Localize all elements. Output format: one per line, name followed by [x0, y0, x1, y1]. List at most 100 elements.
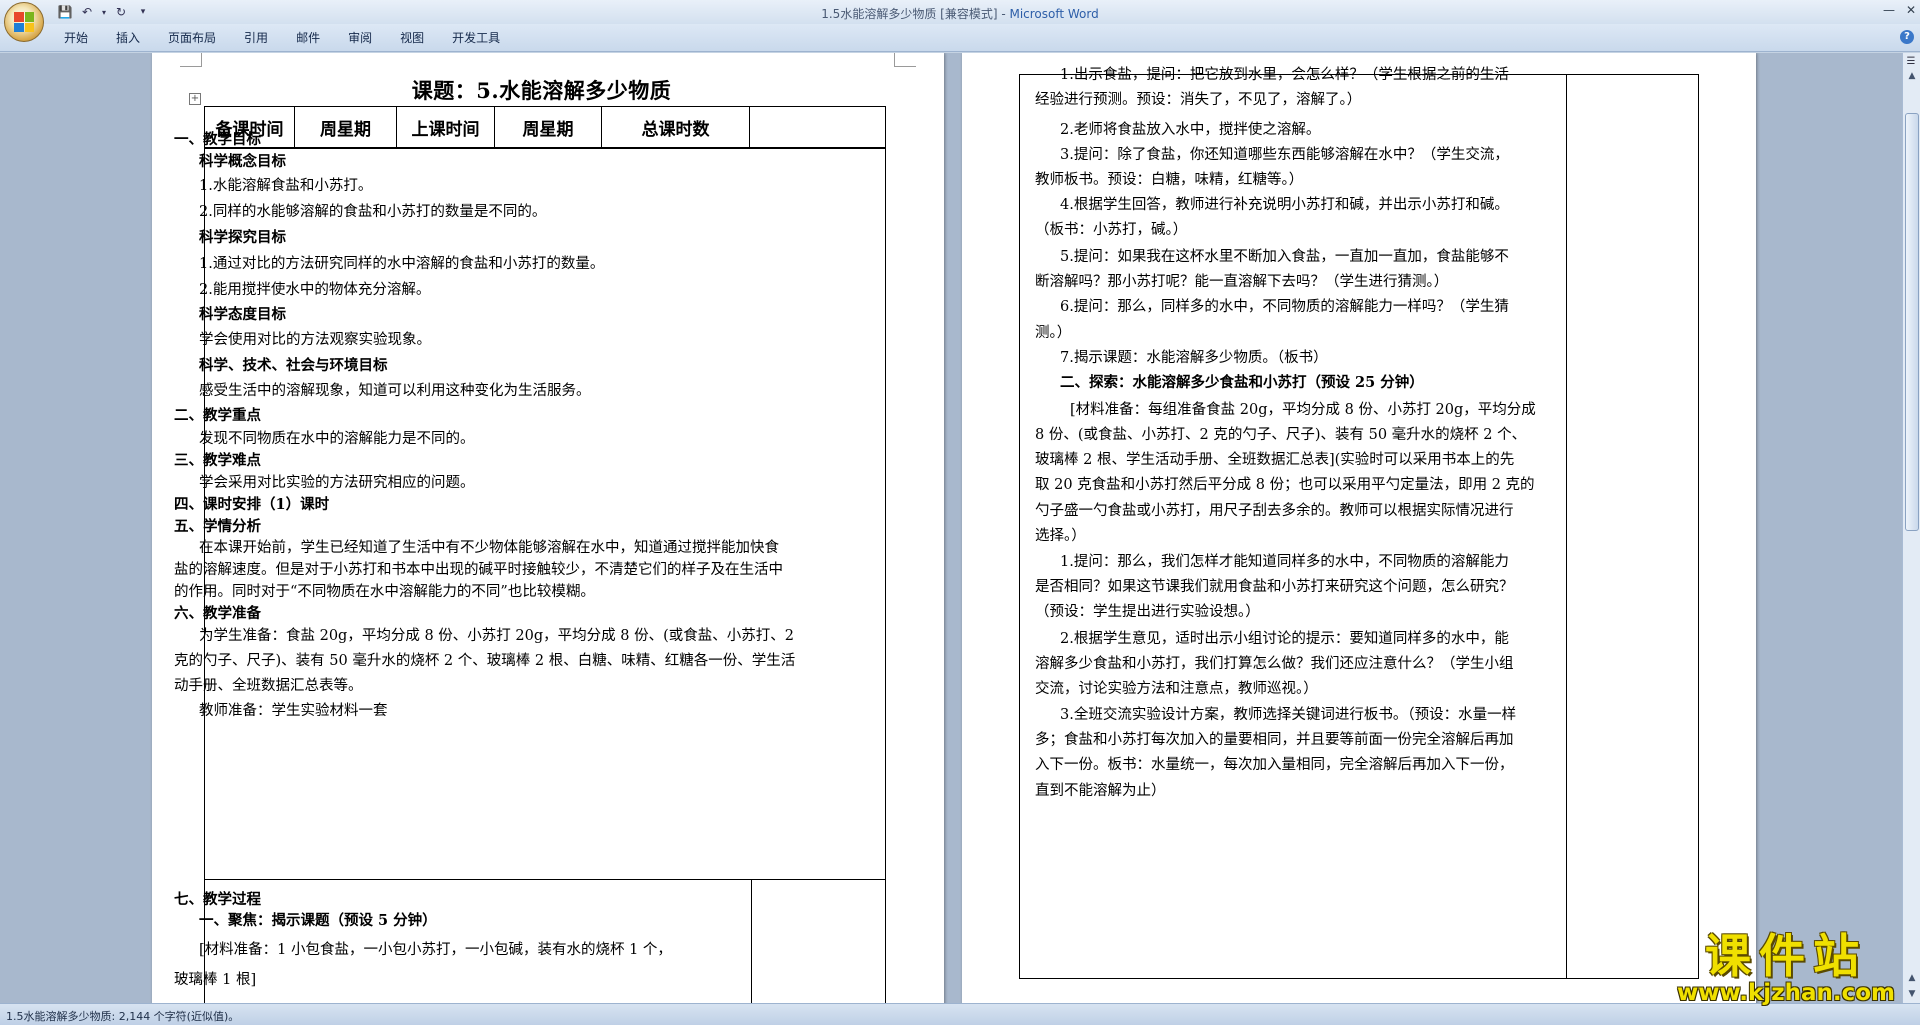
tab-mailings[interactable]: 邮件	[282, 29, 334, 47]
tab-developer[interactable]: 开发工具	[438, 29, 514, 47]
crop-mark	[894, 53, 916, 67]
document-line: 入下一份。板书：水量统一，每次加入量相同，完全溶解后再加入下一份，	[1035, 757, 1514, 773]
document-line: 三、教学难点	[174, 452, 261, 469]
document-line: [材料准备：1 小包食盐，一小包小苏打，一小包碱，装有水的烧杯 1 个，	[199, 942, 672, 958]
document-line: 是否相同？如果这节课我们就用食盐和小苏打来研究这个问题，怎么研究？	[1035, 579, 1514, 595]
document-line: 2.老师将食盐放入水中，搅拌使之溶解。	[1060, 122, 1321, 138]
help-icon[interactable]: ?	[1900, 30, 1914, 44]
tab-home[interactable]: 开始	[50, 29, 102, 47]
document-line: 五、学情分析	[174, 518, 261, 535]
document-line: 六、教学准备	[174, 605, 261, 622]
document-line: 克的勺子、尺子)、装有 50 毫升水的烧杯 2 个、玻璃棒 2 根、白糖、味精、…	[174, 653, 796, 669]
document-line: 经验进行预测。预设：消失了，不见了，溶解了。）	[1035, 92, 1362, 108]
document-line: 玻璃棒 2 根、学生活动手册、全班数据汇总表](实验时可以采用书本上的先	[1035, 452, 1515, 468]
document-line: 5.提问：如果我在这杯水里不断加入食盐，一直加一直加，食盐能够不	[1060, 249, 1509, 265]
title-bar: 💾 ↶ ▾ ↻ ▾ 1.5水能溶解多少物质 [兼容模式] - Microsoft…	[0, 0, 1920, 42]
word-count-status[interactable]: 1.5水能溶解多少物质: 2,144 个字符(近似值)。	[6, 1008, 239, 1024]
document-line: 断溶解吗？那小苏打呢？能一直溶解下去吗？（学生进行猜测。）	[1035, 274, 1449, 290]
close-icon[interactable]: ✕	[1902, 0, 1920, 20]
tab-page-layout[interactable]: 页面布局	[154, 29, 230, 47]
document-line: 1.提问：那么，我们怎样才能知道同样多的水中，不同物质的溶解能力	[1060, 554, 1509, 570]
header-cell: 总课时数	[602, 107, 750, 147]
ribbon-tab-bar: 开始 插入 页面布局 引用 邮件 审阅 视图 开发工具 ?	[0, 24, 1920, 52]
title-separator: -	[997, 7, 1010, 21]
document-line: 科学、技术、社会与环境目标	[199, 357, 388, 374]
document-line: 4.根据学生回答，教师进行补充说明小苏打和碱，并出示小苏打和碱。	[1060, 197, 1509, 213]
document-line: 多；食盐和小苏打每次加入的量要相同，并且要等前面一份完全溶解后再加	[1035, 732, 1514, 748]
document-line: 1.水能溶解食盐和小苏打。	[199, 178, 373, 194]
document-line: 一、教学目标	[174, 131, 261, 148]
document-line: 学会使用对比的方法观察实验现象。	[199, 332, 431, 348]
office-logo-icon	[14, 12, 34, 32]
document-line: 1.出示食盐，提问：把它放到水里，会怎么样？（学生根据之前的生活	[1060, 67, 1509, 83]
header-cell: 周星期	[495, 107, 602, 147]
document-line: [材料准备：每组准备食盐 20g，平均分成 8 份、小苏打 20g，平均分成	[1070, 402, 1536, 418]
scroll-up-icon[interactable]: ▲	[1905, 69, 1919, 83]
document-line: 3.全班交流实验设计方案，教师选择关键词进行板书。（预设：水量一样	[1060, 707, 1517, 723]
app-name: Microsoft Word	[1009, 7, 1099, 21]
window-title: 1.5水能溶解多少物质 [兼容模式] - Microsoft Word	[0, 5, 1920, 22]
document-line: 1.通过对比的方法研究同样的水中溶解的食盐和小苏打的数量。	[199, 256, 605, 272]
document-line: 感受生活中的溶解现象，知道可以利用这种变化为生活服务。	[199, 383, 591, 399]
watermark-url: www.kjzhan.com	[1677, 980, 1895, 1006]
document-line: 盐的溶解速度。但是对于小苏打和书本中出现的碱平时接触较少，不清楚它们的样子及在生…	[174, 562, 783, 578]
document-line: 教师准备：学生实验材料一套	[199, 703, 388, 719]
document-line: 二、探索：水能溶解多少食盐和小苏打（预设 25 分钟）	[1060, 374, 1424, 391]
document-line: 交流，讨论实验方法和注意点，教师巡视。）	[1035, 681, 1318, 697]
document-name: 1.5水能溶解多少物质 [兼容模式]	[821, 7, 998, 21]
table-column-divider	[751, 880, 752, 1003]
document-workspace[interactable]: + 课题：5.水能溶解多少物质 备课时间 周星期 上课时间 周星期 总课时数 一…	[0, 53, 1902, 1003]
document-line: 选择。）	[1035, 528, 1086, 544]
document-line: 取 20 克食盐和小苏打然后平分成 8 份；也可以采用平勺定量法，即用 2 克的	[1035, 477, 1535, 493]
vertical-scrollbar[interactable]: ▲ ▲ ▼	[1902, 53, 1920, 1003]
document-line: 6.提问：那么，同样多的水中，不同物质的溶解能力一样吗？（学生猜	[1060, 299, 1509, 315]
table-move-handle-icon[interactable]: +	[189, 93, 201, 105]
crop-mark	[180, 53, 202, 67]
document-line: 二、教学重点	[174, 407, 261, 424]
header-cell: 上课时间	[397, 107, 495, 147]
document-line: （预设：学生提出进行实验设想。）	[1035, 604, 1260, 620]
document-line: 测。）	[1035, 325, 1072, 341]
document-line: 在本课开始前，学生已经知道了生活中有不少物体能够溶解在水中，知道通过搅拌能加快食	[199, 540, 779, 556]
header-cell: 周星期	[295, 107, 397, 147]
table-column-divider	[1566, 75, 1567, 978]
tab-view[interactable]: 视图	[386, 29, 438, 47]
document-line: 发现不同物质在水中的溶解能力是不同的。	[199, 431, 475, 447]
header-cell	[750, 107, 885, 147]
document-line: 8 份、(或食盐、小苏打、2 克的勺子、尺子)、装有 50 毫升水的烧杯 2 个…	[1035, 427, 1527, 443]
page-left[interactable]: + 课题：5.水能溶解多少物质 备课时间 周星期 上课时间 周星期 总课时数 一…	[152, 53, 944, 1003]
document-line: 科学概念目标	[199, 153, 286, 170]
status-bar: 1.5水能溶解多少物质: 2,144 个字符(近似值)。	[0, 1003, 1920, 1025]
window-controls: — ✕	[1876, 0, 1920, 20]
office-button[interactable]	[4, 2, 44, 42]
lesson-title: 课题：5.水能溶解多少物质	[411, 78, 672, 103]
document-line: 玻璃棒 1 根]	[174, 972, 257, 988]
document-line: 七、教学过程	[174, 891, 261, 908]
tab-insert[interactable]: 插入	[102, 29, 154, 47]
site-watermark: 课件站 www.kjzhan.com	[1664, 929, 1908, 1006]
document-line: 7.揭示课题：水能溶解多少物质。（板书）	[1060, 350, 1328, 366]
document-line: 直到不能溶解为止）	[1035, 783, 1166, 799]
watermark-title: 课件站	[1705, 929, 1867, 983]
document-line: 2.能用搅拌使水中的物体充分溶解。	[199, 282, 431, 298]
lesson-header-table: 备课时间 周星期 上课时间 周星期 总课时数	[204, 106, 886, 148]
document-line: 2.同样的水能够溶解的食盐和小苏打的数量是不同的。	[199, 204, 547, 220]
document-line: 3.提问：除了食盐，你还知道哪些东西能够溶解在水中？（学生交流，	[1060, 147, 1509, 163]
document-line: 教师板书。预设：白糖，味精，红糖等。）	[1035, 172, 1304, 188]
document-line: 动手册、全班数据汇总表等。	[174, 678, 363, 694]
document-line: （板书：小苏打，碱。）	[1035, 222, 1188, 238]
view-ruler-icon[interactable]: ☰	[1904, 56, 1918, 68]
document-line: 四、课时安排（1）课时	[174, 496, 330, 513]
document-line: 的作用。同时对于“不同物质在水中溶解能力的不同”也比较模糊。	[174, 584, 595, 600]
tab-review[interactable]: 审阅	[334, 29, 386, 47]
document-line: 科学探究目标	[199, 229, 286, 246]
scrollbar-thumb[interactable]	[1905, 113, 1919, 531]
document-line: 一、聚焦：揭示课题（预设 5 分钟）	[199, 912, 437, 929]
page-right[interactable]: 1.出示食盐，提问：把它放到水里，会怎么样？（学生根据之前的生活经验进行预测。预…	[962, 53, 1756, 1003]
minimize-icon[interactable]: —	[1876, 0, 1902, 20]
document-line: 勺子盛一勺食盐或小苏打，用尺子刮去多余的。教师可以根据实际情况进行	[1035, 503, 1514, 519]
document-line: 为学生准备：食盐 20g，平均分成 8 份、小苏打 20g，平均分成 8 份、(…	[199, 628, 794, 644]
tab-references[interactable]: 引用	[230, 29, 282, 47]
document-line: 学会采用对比实验的方法研究相应的问题。	[199, 475, 475, 491]
document-line: 科学态度目标	[199, 306, 286, 323]
